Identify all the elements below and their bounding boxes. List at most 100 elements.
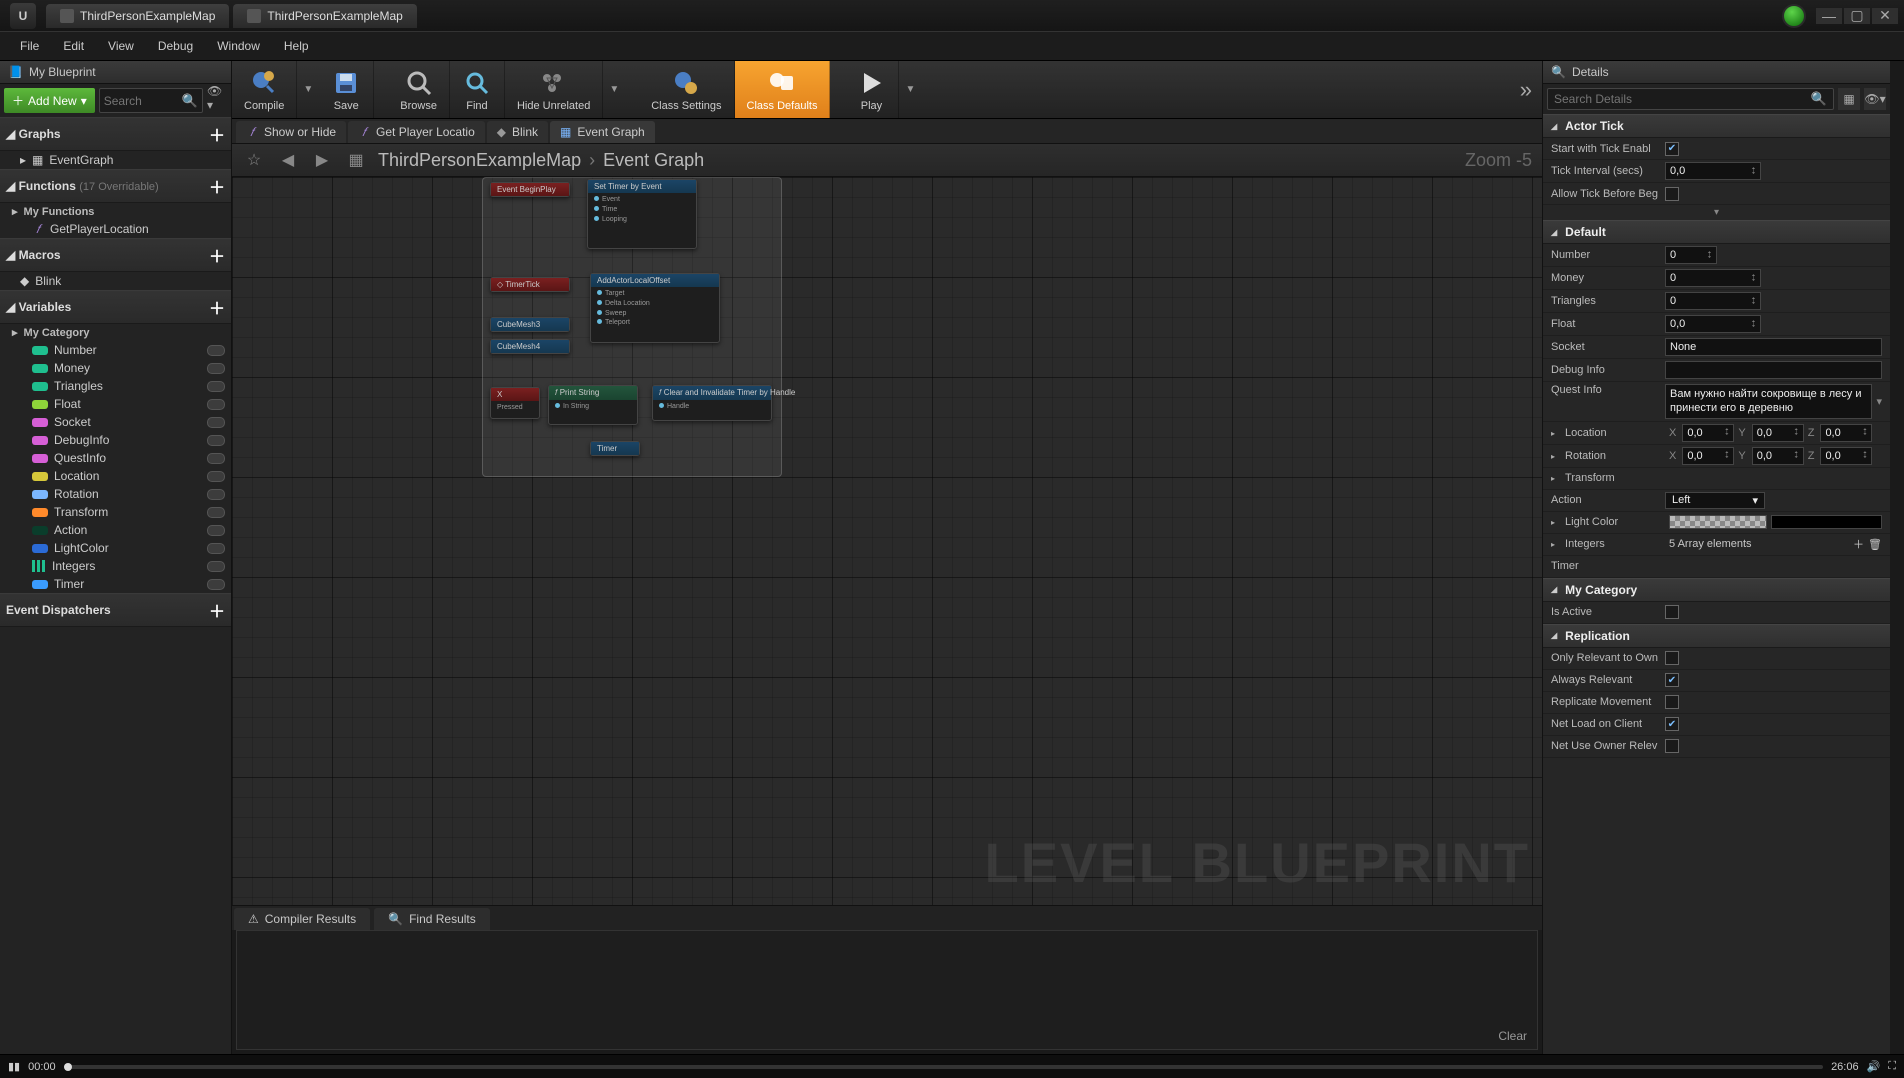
var-visibility-toggle[interactable] [207, 381, 225, 392]
var-visibility-toggle[interactable] [207, 435, 225, 446]
node-keyx[interactable]: XPressed [490, 387, 540, 419]
source-control-icon[interactable] [1782, 4, 1806, 28]
node-beginplay[interactable]: Event BeginPlay [490, 182, 570, 197]
float-field[interactable]: 0,0⭥ [1665, 315, 1761, 333]
details-scrollbar[interactable] [1890, 61, 1904, 1054]
cb-netload[interactable] [1665, 717, 1679, 731]
var-visibility-toggle[interactable] [207, 543, 225, 554]
var-transform[interactable]: Transform [0, 503, 231, 521]
tree-myfunctions[interactable]: ▸My Functions [0, 203, 231, 220]
volume-button[interactable]: 🔊 [1867, 1060, 1881, 1073]
money-field[interactable]: 0⭥ [1665, 269, 1761, 287]
var-money[interactable]: Money [0, 359, 231, 377]
rot-z-field[interactable]: 0,0⭥ [1820, 447, 1872, 465]
graph-tab-get-player-locatio[interactable]: 𝑓Get Player Locatio [348, 121, 485, 143]
cat-mycategory[interactable]: My Category [1543, 578, 1890, 602]
toolbar-dropdown-arrow[interactable]: ▼ [899, 84, 921, 95]
section-graphs[interactable]: ◢ Graphs＋ [0, 117, 231, 151]
graph-tab-show-or-hide[interactable]: 𝑓Show or Hide [236, 121, 346, 143]
play-pause-button[interactable]: ▮▮ [8, 1060, 20, 1073]
menu-edit[interactable]: Edit [53, 36, 94, 56]
var-visibility-toggle[interactable] [207, 471, 225, 482]
rot-x-field[interactable]: 0,0⭥ [1682, 447, 1734, 465]
cat-replication[interactable]: Replication [1543, 624, 1890, 648]
cb-onlyrel[interactable] [1665, 651, 1679, 665]
var-visibility-toggle[interactable] [207, 453, 225, 464]
expand-actor-tick[interactable]: ▾ [1543, 205, 1890, 220]
var-visibility-toggle[interactable] [207, 417, 225, 428]
var-visibility-toggle[interactable] [207, 507, 225, 518]
details-search[interactable]: 🔍 [1547, 88, 1834, 110]
toolbar-overflow-button[interactable]: » [1510, 61, 1542, 118]
menu-window[interactable]: Window [207, 36, 270, 56]
menu-file[interactable]: File [10, 36, 49, 56]
var-action[interactable]: Action [0, 521, 231, 539]
cb-repmove[interactable] [1665, 695, 1679, 709]
toolbar-dropdown-arrow[interactable]: ▼ [603, 84, 625, 95]
var-float[interactable]: Float [0, 395, 231, 413]
action-dropdown[interactable]: Left▾ [1665, 492, 1765, 509]
node-addoffset[interactable]: AddActorLocalOffset TargetDelta Location… [590, 273, 720, 343]
var-number[interactable]: Number [0, 341, 231, 359]
var-triangles[interactable]: Triangles [0, 377, 231, 395]
lightcolor-swatch[interactable] [1669, 515, 1767, 529]
debug-field[interactable] [1665, 361, 1882, 379]
property-matrix-button[interactable]: ▦ [1838, 88, 1860, 110]
section-functions[interactable]: ◢ Functions (17 Overridable)＋ [0, 169, 231, 203]
tree-mycategory[interactable]: ▸My Category [0, 324, 231, 341]
cb-allow-before[interactable] [1665, 187, 1679, 201]
add-variable-button[interactable]: ＋ [209, 295, 225, 319]
node-settimer[interactable]: Set Timer by EventEventTimeLooping [587, 179, 697, 249]
toolbar-browse[interactable]: Browse [388, 61, 450, 118]
toolbar-class-defaults[interactable]: Class Defaults [735, 61, 831, 118]
toolbar-dropdown-arrow[interactable]: ▼ [297, 84, 319, 95]
cat-default[interactable]: Default [1543, 220, 1890, 244]
node-cubemesh2[interactable]: CubeMesh4 [490, 339, 570, 354]
cb-start-tick[interactable] [1665, 142, 1679, 156]
loc-y-field[interactable]: 0,0⭥ [1752, 424, 1804, 442]
maximize-button[interactable]: ▢ [1844, 8, 1870, 24]
tick-interval-field[interactable]: 0,0⭥ [1665, 162, 1761, 180]
add-new-button[interactable]: ＋Add New▾ [4, 88, 95, 113]
toolbar-play[interactable]: Play [844, 61, 899, 118]
toolbar-find[interactable]: Find [450, 61, 505, 118]
var-rotation[interactable]: Rotation [0, 485, 231, 503]
triangles-field[interactable]: 0⭥ [1665, 292, 1761, 310]
search-input[interactable] [104, 94, 182, 108]
details-search-input[interactable] [1554, 92, 1811, 106]
var-visibility-toggle[interactable] [207, 525, 225, 536]
node-cleartimer[interactable]: 𝑓 Clear and Invalidate Timer by HandleHa… [652, 385, 772, 421]
add-function-button[interactable]: ＋ [209, 174, 225, 198]
var-visibility-toggle[interactable] [207, 579, 225, 590]
var-socket[interactable]: Socket [0, 413, 231, 431]
add-graph-button[interactable]: ＋ [209, 122, 225, 146]
var-timer[interactable]: Timer [0, 575, 231, 593]
menu-debug[interactable]: Debug [148, 36, 203, 56]
toolbar-hide-unrelated[interactable]: Hide Unrelated [505, 61, 603, 118]
minimize-button[interactable]: — [1816, 8, 1842, 24]
lightcolor-alpha[interactable] [1771, 515, 1882, 529]
event-graph-canvas[interactable]: Event BeginPlay Set Timer by EventEventT… [232, 177, 1542, 905]
cat-actor-tick[interactable]: Actor Tick [1543, 114, 1890, 138]
var-debuginfo[interactable]: DebugInfo [0, 431, 231, 449]
toolbar-compile[interactable]: Compile [232, 61, 297, 118]
tree-eventgraph[interactable]: ▸▦EventGraph [0, 151, 231, 169]
toolbar-class-settings[interactable]: Class Settings [639, 61, 734, 118]
favorite-button[interactable]: ☆ [242, 148, 266, 172]
my-blueprint-header[interactable]: 📘 My Blueprint [0, 61, 231, 84]
view-options-button[interactable]: 👁▾ [207, 88, 227, 108]
tab-find-results[interactable]: 🔍Find Results [374, 908, 490, 930]
quest-field[interactable]: Вам нужно найти сокровище в лесу и прине… [1665, 384, 1872, 419]
video-seek-track[interactable] [64, 1065, 1823, 1069]
add-macro-button[interactable]: ＋ [209, 243, 225, 267]
var-visibility-toggle[interactable] [207, 561, 225, 572]
toolbar-save[interactable]: Save [319, 61, 374, 118]
var-visibility-toggle[interactable] [207, 363, 225, 374]
cb-netuse[interactable] [1665, 739, 1679, 753]
view-options-button[interactable]: 👁▾ [1864, 88, 1886, 110]
close-button[interactable]: ✕ [1872, 8, 1898, 24]
var-visibility-toggle[interactable] [207, 345, 225, 356]
fullscreen-button[interactable]: ⛶ [1888, 1060, 1896, 1073]
section-macros[interactable]: ◢ Macros＋ [0, 238, 231, 272]
var-questinfo[interactable]: QuestInfo [0, 449, 231, 467]
